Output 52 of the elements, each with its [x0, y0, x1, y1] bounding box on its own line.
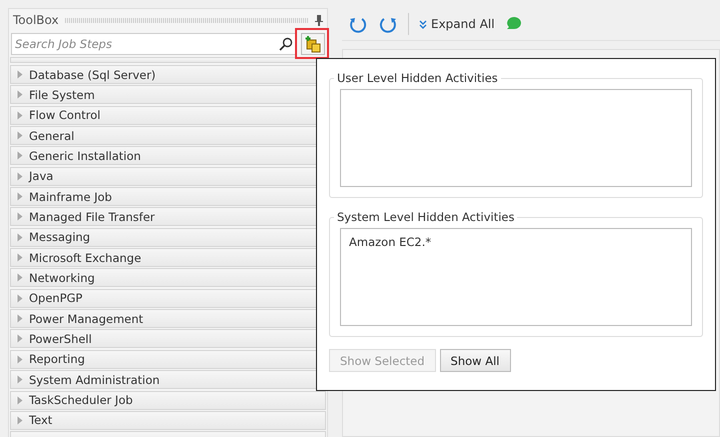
expander-icon [17, 90, 23, 100]
category-item[interactable]: TaskScheduler Job [10, 390, 326, 410]
pin-icon[interactable] [315, 14, 323, 26]
expander-icon [17, 151, 23, 160]
expander-icon [17, 192, 23, 202]
group-title: User Level Hidden Activities [336, 71, 499, 85]
group-title: System Level Hidden Activities [336, 210, 516, 224]
double-chevron-icon [419, 20, 427, 28]
category-label: System Administration [29, 372, 160, 387]
category-label: Power Management [29, 312, 144, 326]
expander-icon [17, 131, 23, 140]
category-label: TaskScheduler Job [29, 393, 133, 407]
list-item[interactable]: Amazon EC2.* [349, 235, 683, 249]
category-label: Text [29, 413, 52, 428]
category-label: Managed File Transfer [29, 210, 155, 224]
expander-icon [17, 253, 23, 262]
expander-icon [17, 314, 23, 324]
search-icon[interactable] [279, 37, 293, 51]
expander-icon [17, 232, 23, 242]
expander-icon [17, 212, 23, 222]
category-label: Reporting [29, 352, 85, 366]
category-label: General [29, 128, 74, 143]
expander-icon [17, 110, 23, 120]
expander-icon [17, 334, 23, 344]
category-label: File System [29, 88, 95, 102]
category-label: Generic Installation [29, 148, 141, 163]
category-label: Mainframe Job [29, 190, 112, 204]
show-button[interactable]: Show All [440, 349, 510, 372]
expander-icon [17, 70, 23, 79]
expander-icon [17, 294, 23, 303]
expander-icon [17, 172, 23, 181]
category-label: Networking [29, 270, 95, 285]
category-label: Database (Sql Server) [29, 68, 156, 82]
category-label: Java [29, 169, 54, 184]
category-label: Messaging [29, 230, 90, 244]
category-item[interactable]: Text [10, 410, 326, 430]
category-label: Flow Control [29, 108, 100, 122]
category-label: PowerShell [29, 332, 92, 346]
search-field[interactable]: Search Job Steps [11, 33, 297, 55]
hidden-activities-button[interactable] [301, 33, 325, 55]
user-hidden-list[interactable] [340, 89, 692, 187]
expand-all-button[interactable]: Expand All [419, 17, 495, 31]
expander-icon [17, 396, 23, 404]
category-label: OpenPGP [29, 291, 82, 306]
boxes-icon [304, 35, 322, 53]
expander-icon [17, 273, 23, 282]
expander-icon [17, 416, 23, 425]
expander-icon [17, 354, 23, 364]
system-hidden-list[interactable]: Amazon EC2.* [340, 228, 692, 326]
expander-icon [17, 375, 23, 384]
category-label: Microsoft Exchange [29, 250, 142, 265]
panel-title: ToolBox [13, 13, 59, 27]
